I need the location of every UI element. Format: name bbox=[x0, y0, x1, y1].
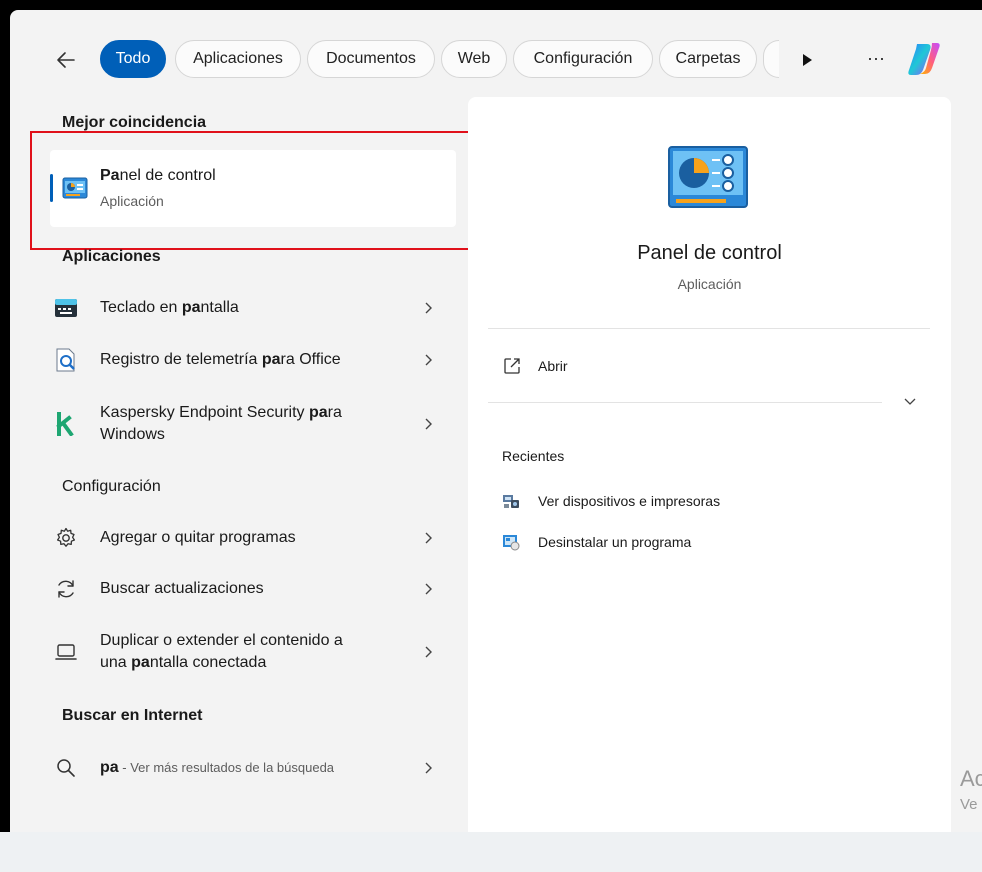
best-match-subtitle: Aplicación bbox=[100, 193, 164, 209]
label-part: una bbox=[100, 654, 132, 671]
recent-item-uninstall[interactable]: Desinstalar un programa bbox=[496, 529, 896, 555]
settings-item-label: Duplicar o extender el contenido a una pa… bbox=[100, 630, 343, 674]
taskbar-strip bbox=[0, 832, 982, 872]
section-settings: Configuración bbox=[62, 478, 161, 495]
best-match-title-rest: nel de control bbox=[119, 167, 216, 184]
laptop-icon bbox=[55, 644, 77, 660]
tab-web[interactable]: Web bbox=[441, 40, 507, 78]
devices-printers-icon bbox=[503, 495, 519, 508]
chevron-right-icon bbox=[425, 583, 432, 595]
activation-watermark-title: Ac bbox=[960, 766, 982, 791]
label-part: ntalla bbox=[200, 299, 239, 316]
settings-item-display[interactable]: Duplicar o extender el contenido a una pa… bbox=[50, 628, 456, 678]
keyboard-icon bbox=[55, 299, 77, 317]
label-part: ra bbox=[327, 404, 342, 421]
best-match-title: Panel de control bbox=[100, 167, 216, 185]
divider bbox=[488, 328, 930, 329]
open-action[interactable]: Abrir bbox=[490, 350, 790, 382]
section-best-match: Mejor coincidencia bbox=[62, 114, 207, 131]
search-query: pa bbox=[100, 759, 119, 776]
match-highlight: pa bbox=[309, 404, 328, 421]
chevron-down-icon[interactable] bbox=[898, 392, 922, 412]
chevron-right-icon bbox=[425, 762, 432, 774]
recent-heading: Recientes bbox=[502, 448, 565, 464]
tab-aplicaciones[interactable]: Aplicaciones bbox=[175, 40, 301, 78]
best-match-control-panel[interactable]: Panel de control Aplicación bbox=[50, 150, 456, 227]
label-part: ra Office bbox=[280, 351, 341, 368]
app-item-teclado[interactable]: Teclado en pantalla bbox=[50, 292, 456, 324]
scroll-tabs-right-icon[interactable] bbox=[797, 50, 817, 70]
label-part: Duplicar o extender el contenido a bbox=[100, 632, 343, 649]
divider bbox=[488, 402, 882, 403]
match-highlight: Pa bbox=[100, 167, 120, 184]
refresh-icon bbox=[58, 580, 74, 598]
web-search-item[interactable]: pa - Ver más resultados de la búsqueda bbox=[50, 752, 456, 784]
recent-item-label: Ver dispositivos e impresoras bbox=[538, 493, 721, 509]
preview-subtitle: Aplicación bbox=[677, 276, 742, 292]
label-part: Teclado en bbox=[100, 299, 182, 316]
tab-configuracion[interactable]: Configuración bbox=[513, 40, 653, 78]
back-arrow-icon[interactable] bbox=[52, 46, 80, 74]
recent-item-devices[interactable]: Ver dispositivos e impresoras bbox=[496, 488, 896, 514]
chevron-right-icon bbox=[425, 302, 432, 314]
more-options-button[interactable]: ··· bbox=[862, 46, 890, 74]
label-part: Registro de telemetría bbox=[100, 351, 262, 368]
section-web-search: Buscar en Internet bbox=[62, 707, 203, 724]
control-panel-large-icon bbox=[668, 146, 748, 208]
telemetry-log-icon bbox=[56, 348, 75, 372]
app-item-label: Teclado en pantalla bbox=[100, 297, 239, 319]
web-search-suffix: - Ver más resultados de la búsqueda bbox=[118, 760, 335, 775]
gear-icon bbox=[56, 527, 76, 547]
uninstall-program-icon bbox=[503, 535, 520, 551]
app-item-label: Kaspersky Endpoint Security para Windows bbox=[100, 402, 342, 446]
tab-todo[interactable]: Todo bbox=[100, 40, 166, 78]
settings-item-updates[interactable]: Buscar actualizaciones bbox=[50, 573, 456, 605]
chevron-right-icon bbox=[425, 646, 432, 658]
tab-documentos[interactable]: Documentos bbox=[307, 40, 435, 78]
chevron-right-icon bbox=[425, 532, 432, 544]
selection-indicator bbox=[50, 174, 53, 202]
open-external-icon bbox=[504, 358, 520, 374]
app-item-telemetria[interactable]: Registro de telemetría para Office bbox=[50, 344, 456, 376]
preview-title: Panel de control bbox=[637, 242, 782, 264]
app-item-kaspersky[interactable]: Kaspersky Endpoint Security para Windows bbox=[50, 400, 456, 450]
match-highlight: pa bbox=[131, 654, 150, 671]
web-search-label: pa - Ver más resultados de la búsqueda bbox=[100, 757, 334, 779]
section-apps: Aplicaciones bbox=[62, 248, 161, 265]
label-part: Kaspersky Endpoint Security bbox=[100, 404, 309, 421]
open-label: Abrir bbox=[538, 358, 568, 374]
label-part: Windows bbox=[100, 426, 165, 443]
tab-carpetas[interactable]: Carpetas bbox=[659, 40, 757, 78]
app-item-label: Registro de telemetría para Office bbox=[100, 349, 341, 371]
kaspersky-icon bbox=[56, 412, 74, 436]
activation-watermark-subtitle: Ve bbox=[960, 796, 978, 813]
search-icon bbox=[57, 759, 75, 777]
control-panel-icon bbox=[62, 177, 88, 199]
recent-item-label: Desinstalar un programa bbox=[538, 534, 692, 550]
match-highlight: pa bbox=[261, 351, 281, 368]
chevron-right-icon bbox=[425, 354, 432, 366]
settings-item-programs[interactable]: Agregar o quitar programas bbox=[50, 522, 456, 554]
chevron-right-icon bbox=[425, 418, 432, 430]
copilot-icon[interactable] bbox=[905, 40, 943, 78]
match-highlight: pa bbox=[181, 299, 201, 316]
settings-item-label: Agregar o quitar programas bbox=[100, 529, 296, 546]
settings-item-label: Buscar actualizaciones bbox=[100, 580, 264, 597]
label-part: ntalla conectada bbox=[149, 654, 267, 671]
